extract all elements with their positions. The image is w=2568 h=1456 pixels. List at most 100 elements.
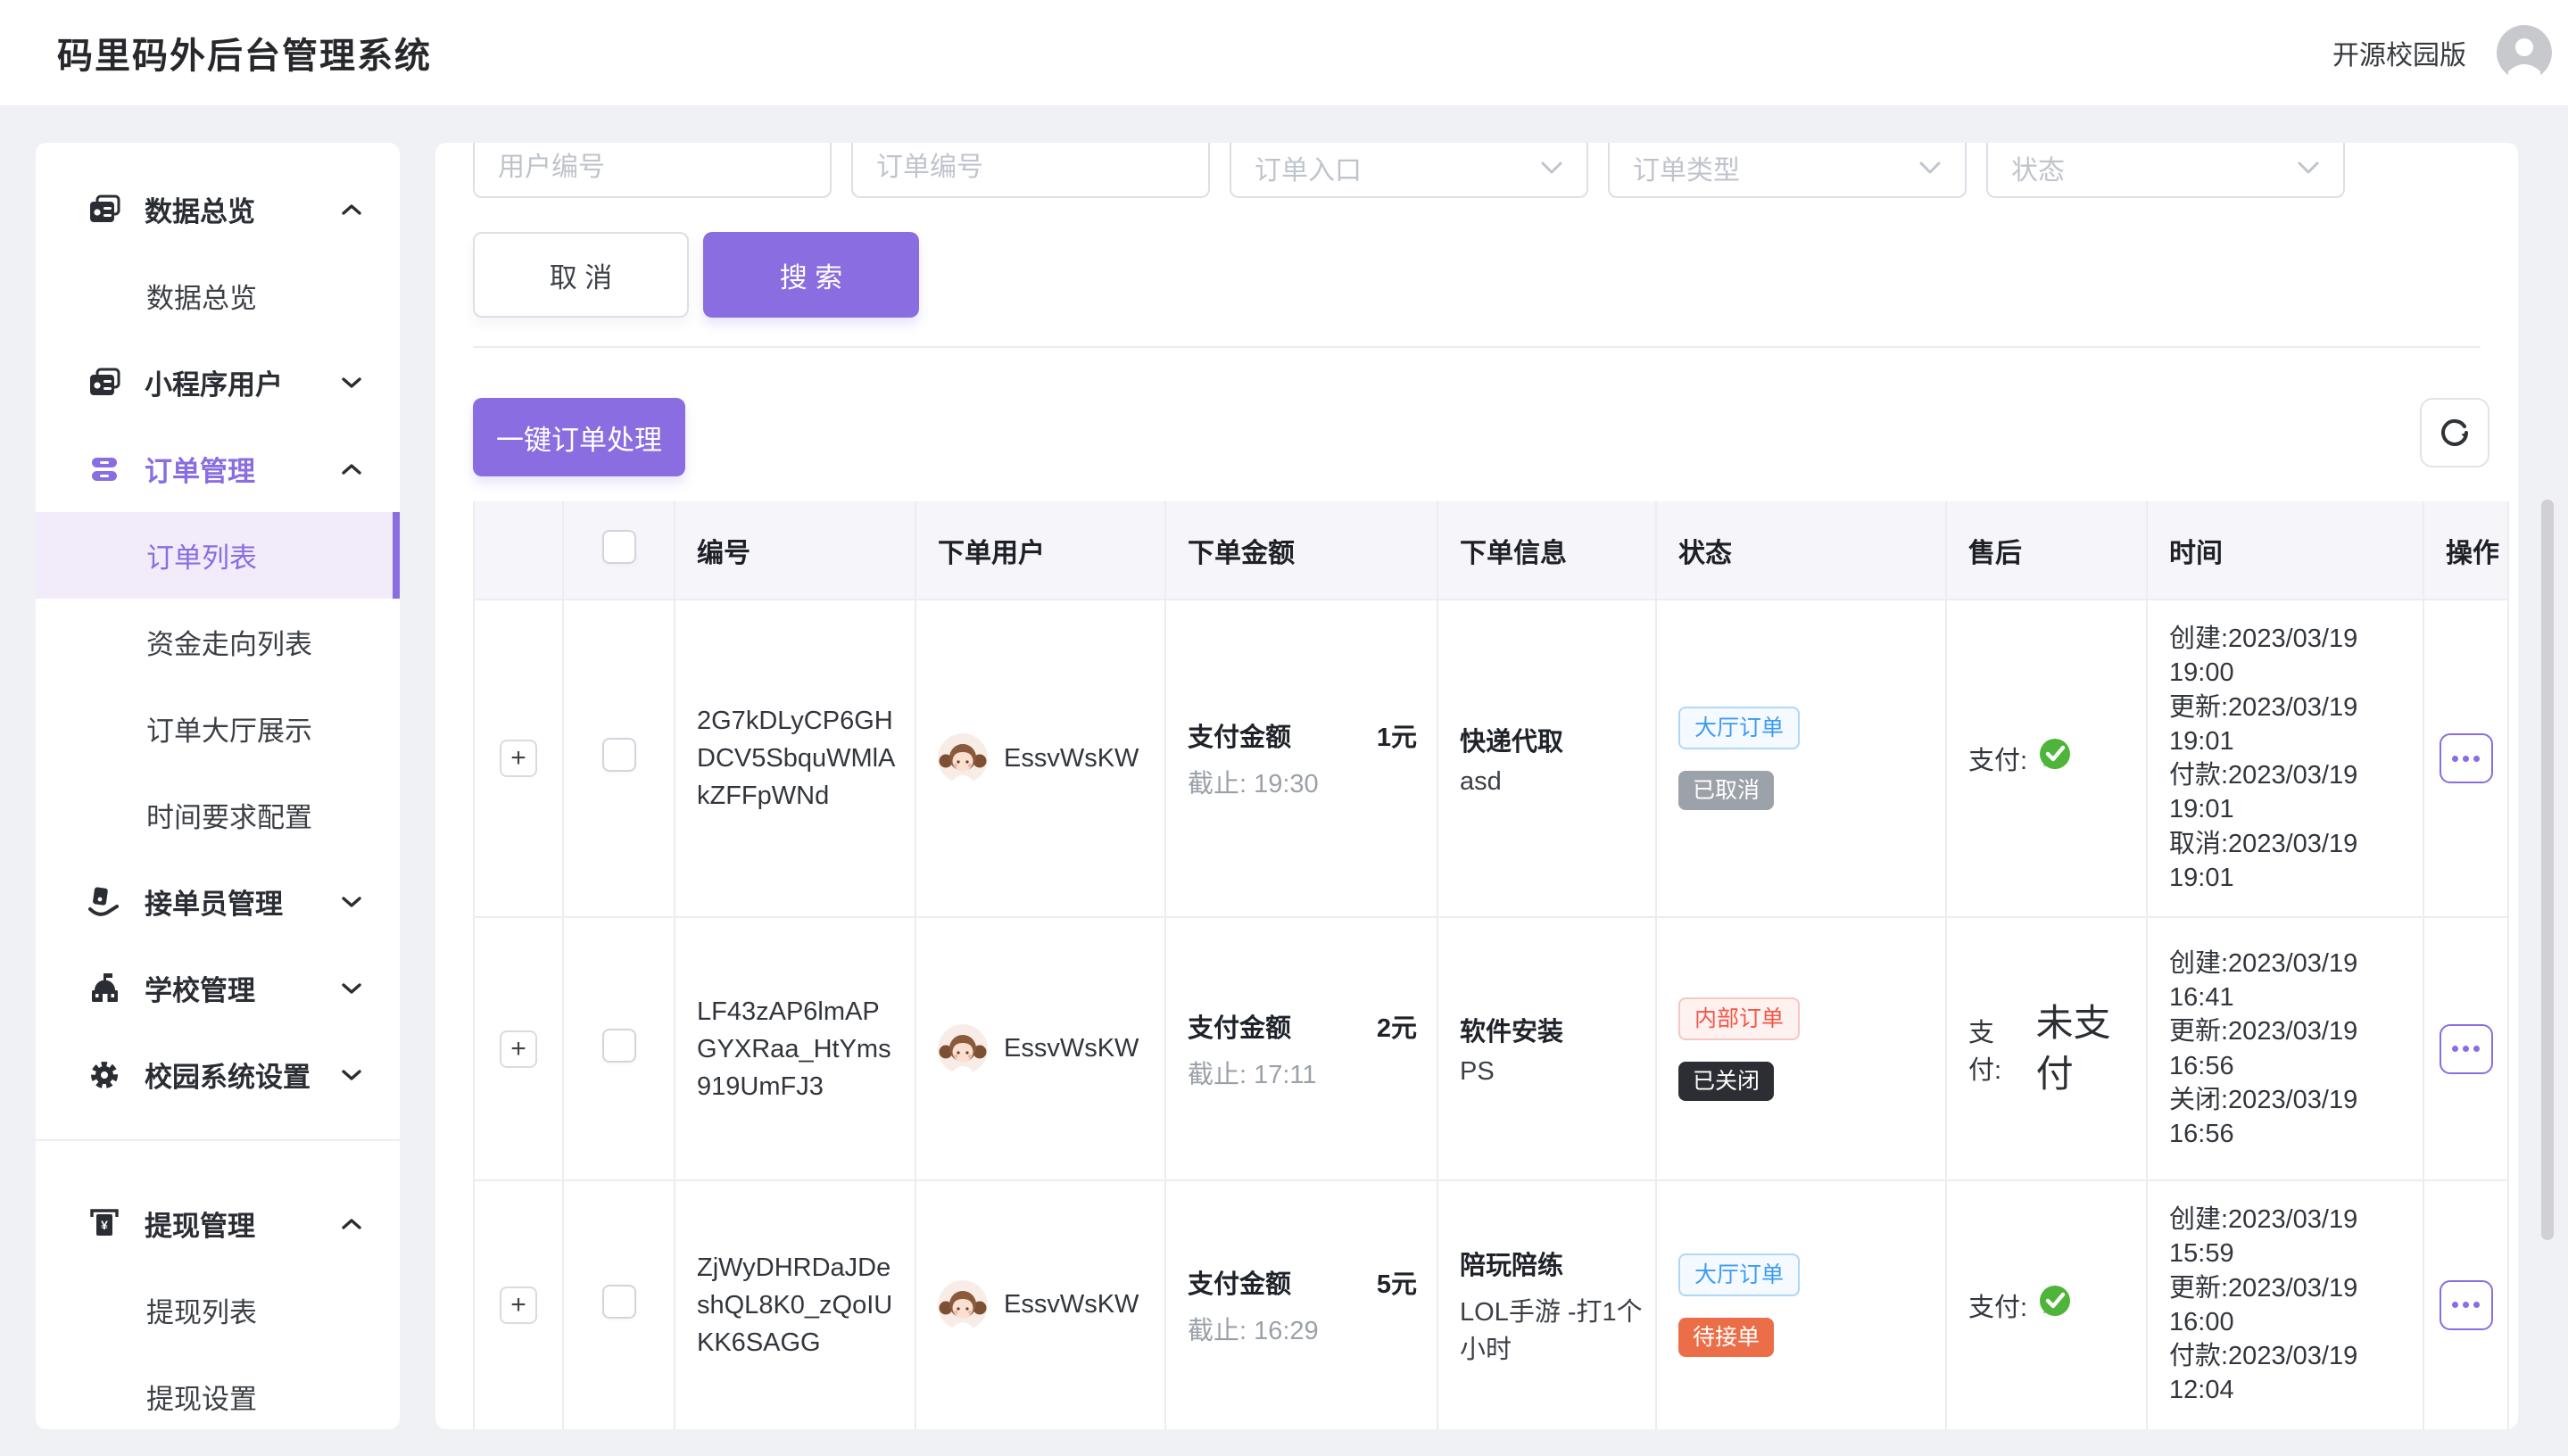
orders-table: 编号 下单用户 下单金额 下单信息 状态 售后 时间 操作 + 2G7kDLyC… <box>473 501 2509 1429</box>
deadline: 截止: 16:29 <box>1188 1310 1415 1347</box>
order-id: 2G7kDLyCP6GHDCV5SbquWMlAkZFFpWNd <box>697 702 897 815</box>
ellipsis-icon <box>2452 1302 2458 1308</box>
time-entry: 创建:2023/03/19 15:59 <box>2169 1203 2401 1271</box>
chevron-down-icon <box>341 982 362 995</box>
user-name: EssvWsKW <box>1004 744 1139 774</box>
row-checkbox[interactable] <box>602 1029 636 1063</box>
select-all-checkbox[interactable] <box>602 530 636 564</box>
order-id: ZjWyDHRDaJDeshQL8K0_zQoIUKK6SAGG <box>697 1249 897 1361</box>
time-entry: 取消:2023/03/19 19:01 <box>2169 827 2401 896</box>
ellipsis-icon <box>2452 1046 2458 1052</box>
sidebar-item-order-list[interactable]: 订单列表 <box>36 512 400 599</box>
sidebar-group-miniprogram-users[interactable]: 小程序用户 <box>36 339 400 426</box>
table-header-row: 编号 下单用户 下单金额 下单信息 状态 售后 时间 操作 <box>474 501 2508 600</box>
amount-value: 2元 <box>1377 1007 1417 1045</box>
chevron-down-icon <box>2297 161 2320 175</box>
time-entry: 付款:2023/03/19 19:01 <box>2169 758 2401 827</box>
user-name: EssvWsKW <box>1004 1290 1139 1320</box>
expand-column-header <box>474 501 563 600</box>
chevron-up-icon <box>341 463 362 476</box>
amount-value: 1元 <box>1377 716 1417 754</box>
edition-label: 开源校园版 <box>2332 33 2466 72</box>
school-icon <box>87 972 121 1005</box>
sidebar-group-label: 提现管理 <box>145 1204 255 1244</box>
column-header-aftersale: 售后 <box>1946 501 2147 600</box>
time-entry: 更新:2023/03/19 19:01 <box>2169 691 2401 759</box>
deadline: 截止: 19:30 <box>1188 763 1415 800</box>
app-title: 码里码外后台管理系统 <box>57 27 432 79</box>
table-row: + ZjWyDHRDaJDeshQL8K0_zQoIUKK6SAGG <box>474 1180 2508 1429</box>
sidebar-group-order-management[interactable]: 订单管理 <box>36 426 400 512</box>
top-app-bar: 码里码外后台管理系统 开源校园版 <box>0 0 2568 105</box>
sidebar-group-order-taker-management[interactable]: 接单员管理 <box>36 858 400 945</box>
order-management-icon <box>87 452 121 486</box>
sidebar-item-time-requirement-config[interactable]: 时间要求配置 <box>36 772 400 858</box>
more-actions-button[interactable] <box>2440 1024 2493 1074</box>
search-button[interactable]: 搜 索 <box>703 232 919 318</box>
sidebar-group-label: 学校管理 <box>145 968 255 1008</box>
user-avatar <box>938 1024 988 1074</box>
deadline: 截止: 17:11 <box>1188 1054 1415 1091</box>
sidebar-group-withdraw-management[interactable]: ¥ 提现管理 <box>36 1180 400 1267</box>
sidebar-group-data-overview[interactable]: 数据总览 <box>36 166 400 252</box>
order-list-panel: 订单入口 订单类型 状态 取 消 搜 索 一键订单处理 <box>435 143 2518 1429</box>
status-badge: 大厅订单 <box>1678 707 1800 749</box>
sidebar-group-label: 数据总览 <box>145 189 255 229</box>
column-header-status: 状态 <box>1656 501 1946 600</box>
order-info-detail: LOL手游 -打1个小时 <box>1460 1291 1652 1366</box>
column-header-amount: 下单金额 <box>1165 501 1437 600</box>
refresh-button[interactable] <box>2420 398 2489 467</box>
table-row: + LF43zAP6lmAPGYXRaa_HtYms919UmFJ3 <box>474 917 2508 1180</box>
user-avatar[interactable] <box>2497 25 2552 80</box>
order-id-input[interactable] <box>851 143 1210 198</box>
chevron-down-icon <box>1540 161 1563 175</box>
pay-label: 支付: <box>1968 1012 2027 1087</box>
more-actions-button[interactable] <box>2440 733 2493 783</box>
chevron-up-icon <box>341 1218 362 1230</box>
sidebar-item-withdraw-list[interactable]: 提现列表 <box>36 1267 400 1353</box>
chevron-down-icon <box>1918 161 1942 175</box>
order-info-title: 快递代取 <box>1460 721 1634 758</box>
wechat-pay-icon <box>2036 736 2074 781</box>
sidebar-group-school-management[interactable]: 学校管理 <box>36 945 400 1031</box>
status-select[interactable]: 状态 <box>1986 143 2345 198</box>
user-avatar <box>938 733 988 783</box>
pay-status-text: 未支付 <box>2036 998 2125 1099</box>
expand-row-button[interactable]: + <box>500 1286 537 1324</box>
column-header-actions: 操作 <box>2423 501 2508 600</box>
withdraw-icon: ¥ <box>87 1207 121 1241</box>
sidebar-divider <box>36 1139 400 1141</box>
amount-value: 5元 <box>1377 1263 1417 1301</box>
order-id: LF43zAP6lmAPGYXRaa_HtYms919UmFJ3 <box>697 993 897 1105</box>
order-info-title: 软件安装 <box>1460 1011 1634 1048</box>
vertical-scrollbar[interactable] <box>2541 500 2554 1240</box>
cancel-button[interactable]: 取 消 <box>473 232 689 318</box>
user-name: EssvWsKW <box>1004 1034 1139 1063</box>
order-entry-select[interactable]: 订单入口 <box>1230 143 1588 198</box>
pay-label: 支付: <box>1968 1286 2027 1324</box>
expand-row-button[interactable]: + <box>500 740 537 777</box>
sidebar-item-withdraw-settings[interactable]: 提现设置 <box>36 1353 400 1429</box>
sidebar-item-order-hall-display[interactable]: 订单大厅展示 <box>36 685 400 772</box>
column-header-id: 编号 <box>675 501 915 600</box>
person-icon <box>2497 25 2552 80</box>
sidebar-item-data-overview[interactable]: 数据总览 <box>36 252 400 339</box>
column-header-time: 时间 <box>2147 501 2423 600</box>
status-badge: 大厅订单 <box>1678 1253 1800 1296</box>
user-id-input[interactable] <box>473 143 832 198</box>
row-checkbox[interactable] <box>602 738 636 772</box>
sidebar-group-label: 订单管理 <box>145 449 255 489</box>
batch-order-process-button[interactable]: 一键订单处理 <box>473 398 685 476</box>
more-actions-button[interactable] <box>2440 1280 2493 1330</box>
expand-row-button[interactable]: + <box>500 1030 537 1068</box>
amount-label: 支付金额 <box>1188 1263 1291 1301</box>
row-checkbox[interactable] <box>602 1285 636 1319</box>
order-info-detail: PS <box>1460 1057 1652 1087</box>
sidebar-group-campus-system-settings[interactable]: 校园系统设置 <box>36 1031 400 1118</box>
sidebar-nav: 数据总览 数据总览 小程序用户 <box>36 143 400 1429</box>
status-badge: 内部订单 <box>1678 997 1800 1040</box>
order-taker-icon <box>87 885 121 919</box>
column-header-user: 下单用户 <box>915 501 1165 600</box>
order-type-select[interactable]: 订单类型 <box>1608 143 1967 198</box>
sidebar-item-funds-flow-list[interactable]: 资金走向列表 <box>36 599 400 685</box>
